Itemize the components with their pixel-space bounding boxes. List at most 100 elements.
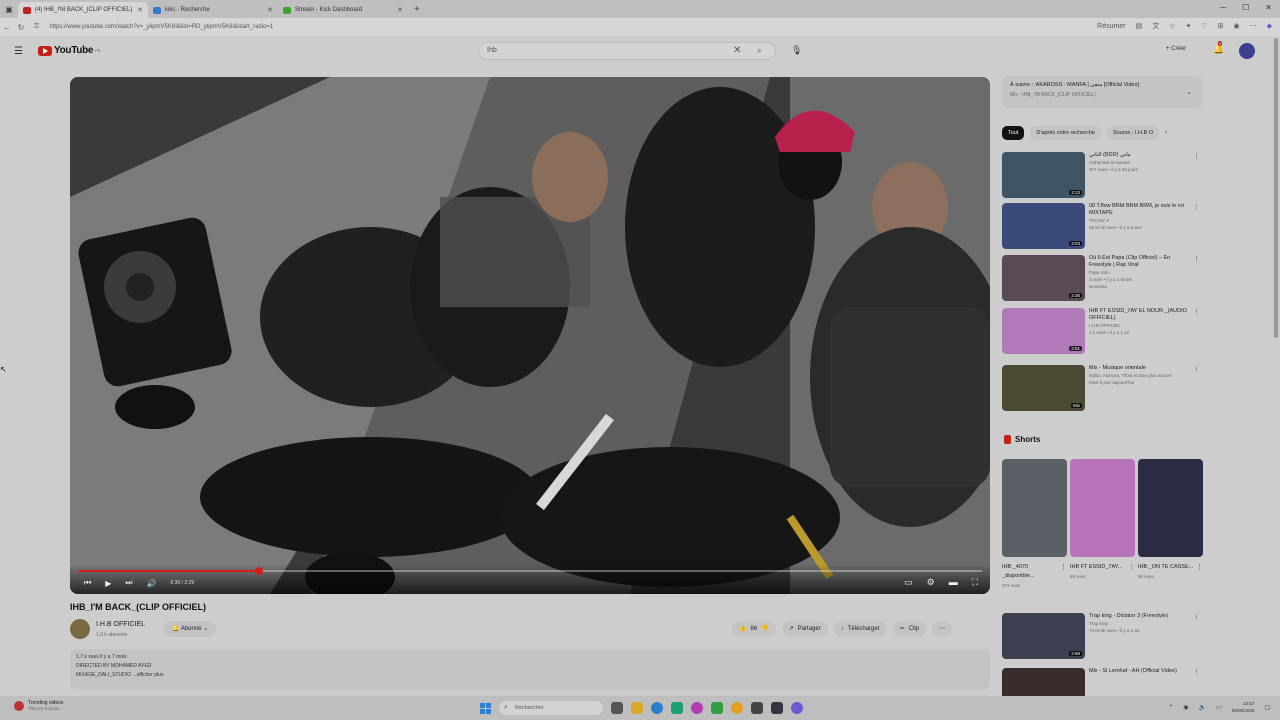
up-next-panel[interactable]: À suivre :: AKAROSS - MANFA | منفى [Offi… (1002, 76, 1202, 108)
obs-icon[interactable] (751, 702, 763, 714)
subtitles-icon[interactable]: ▭ (904, 577, 913, 588)
volume-icon[interactable]: 🔊 (147, 579, 157, 588)
more-options-icon[interactable]: ⋮ (1193, 203, 1200, 211)
settings-gear-icon[interactable]: ⚙ (927, 577, 935, 588)
mix-thumbnail[interactable]: Mix (1002, 365, 1085, 411)
recommendation-item[interactable]: 2:36 Où Il Est Papa (Clip Officiel) – En… (1002, 255, 1202, 301)
translate-icon[interactable]: 文 (1152, 21, 1159, 31)
video-thumbnail[interactable]: 3:13 (1002, 152, 1085, 198)
more-options-icon[interactable]: ⋮ (1193, 613, 1200, 621)
more-options-icon[interactable]: ⋮ (1193, 668, 1200, 676)
youtube-logo[interactable]: YouTube FR (38, 45, 101, 56)
recommendation-item[interactable]: 2:59 Trap king - Dictator 3 (Freestyle) T… (1002, 613, 1202, 659)
recommendation-item[interactable]: 3:03 08 T.flow BRM BRM BRM, je suis le r… (1002, 203, 1202, 249)
close-tab-icon[interactable]: ✕ (397, 6, 403, 14)
clip-button[interactable]: ✂ Clip (892, 621, 927, 637)
more-options-icon[interactable]: ⋮ (1193, 365, 1200, 373)
battery-icon[interactable]: ▭ (1216, 704, 1222, 711)
xbox-icon[interactable] (711, 702, 723, 714)
clear-search-icon[interactable]: ✕ (733, 45, 741, 56)
tab-actions-icon[interactable]: ▣ (0, 2, 18, 18)
description-box[interactable]: 1,7 k vues il y a 7 mois DIRECTED BY MOH… (70, 649, 990, 689)
close-tab-icon[interactable]: ✕ (137, 6, 143, 14)
taskbar-search[interactable]: Rechercher (499, 701, 603, 715)
account-avatar[interactable] (1239, 43, 1255, 59)
channel-name[interactable]: I.H.B OFFICIEL (96, 621, 145, 628)
notifications-bell-icon[interactable]: 🔔 4 (1213, 41, 1224, 55)
tab-kick[interactable]: Stream - Kick Dashboard ✕ (278, 2, 408, 18)
short-item[interactable]: IHB _4070 _disponible... 373 vues ⋮ (1002, 459, 1067, 588)
network-icon[interactable]: ◉ (1183, 704, 1188, 711)
more-options-icon[interactable]: ⋮ (1196, 563, 1203, 571)
tab-search[interactable]: kikc - Recherche ✕ (148, 2, 278, 18)
previous-icon[interactable]: ⏮ (84, 578, 91, 588)
subscribed-button[interactable]: 🔔 Abonné ⌄ (164, 621, 217, 637)
short-item[interactable]: IHB _ON TE CASSE... 59 vues ⋮ (1138, 459, 1203, 579)
more-options-icon[interactable]: ⋮ (1193, 255, 1200, 263)
recommendation-item[interactable]: 2:51 IHB FT ESSID_7AY EL NOUR _(AUDIO OF… (1002, 308, 1202, 354)
chrome-icon[interactable] (731, 702, 743, 714)
progress-knob[interactable] (254, 567, 263, 575)
file-explorer-icon[interactable] (631, 702, 643, 714)
favorite-star-icon[interactable]: ☆ (1169, 22, 1175, 30)
fullscreen-icon[interactable]: ⛶ (972, 577, 978, 588)
chip-all[interactable]: Tout (1002, 126, 1025, 140)
short-thumbnail[interactable] (1002, 459, 1067, 557)
reader-icon[interactable]: ▤ (1136, 22, 1143, 30)
edge-browser-icon[interactable] (651, 702, 663, 714)
collections-icon[interactable]: ⊞ (1218, 22, 1224, 30)
store-icon[interactable] (671, 702, 683, 714)
video-player[interactable]: ⏮ ▶ ⏭ 🔊 0:30 / 2:29 ▭ ⚙ ▬ ⛶ (70, 77, 990, 594)
thumbs-down-icon[interactable]: 👎 (761, 621, 768, 637)
hamburger-menu-icon[interactable]: ☰ (14, 46, 23, 57)
url-field[interactable]: https://www.youtube.com/watch?v=_ylipmV5… (49, 24, 273, 30)
video-thumbnail[interactable]: 3:03 (1002, 203, 1085, 249)
create-button[interactable]: + Créer (1166, 46, 1186, 52)
recommendation-item[interactable]: Mix - Si Lemhaf - AH (Official Video) ⋮ (1002, 668, 1202, 696)
close-tab-icon[interactable]: ✕ (267, 6, 273, 14)
short-thumbnail[interactable] (1138, 459, 1203, 557)
recommendation-item[interactable]: Mix Mix - Musique orientale Kalbo, Akaros… (1002, 365, 1202, 411)
news-widget[interactable]: Trending videos Tête en Kozoon (14, 700, 63, 711)
search-box[interactable]: Ihb ✕ ⌕ (478, 42, 776, 60)
more-options-icon[interactable]: ⋮ (1193, 308, 1200, 316)
close-window-icon[interactable]: ✕ (1265, 3, 1272, 12)
like-button[interactable]: 👍 86 👎 (732, 621, 776, 637)
tab-youtube[interactable]: (4) IHB_I'M BACK_(CLIP OFFICIEL) ✕ (18, 2, 148, 18)
site-info-icon[interactable]: ⚿ (34, 23, 39, 31)
search-input[interactable]: Ihb (487, 47, 497, 54)
windows-start-icon[interactable] (480, 702, 491, 714)
minimize-icon[interactable]: ─ (1220, 3, 1226, 12)
progress-bar[interactable] (78, 567, 982, 575)
capcut-icon[interactable] (771, 702, 783, 714)
next-icon[interactable]: ⏭ (125, 578, 132, 588)
discord-icon[interactable] (791, 702, 803, 714)
extensions-icon[interactable]: ✦ (1185, 22, 1191, 30)
search-icon[interactable]: ⌕ (757, 46, 761, 56)
more-options-icon[interactable]: ⋮ (1193, 152, 1200, 160)
more-actions-button[interactable]: ⋯ (932, 621, 953, 637)
resume-button[interactable]: Résumer (1097, 23, 1125, 30)
app-icon[interactable] (691, 702, 703, 714)
chip-related[interactable]: D'après votre recherche (1030, 126, 1101, 140)
play-icon[interactable]: ▶ (105, 579, 111, 588)
profile-icon[interactable]: ◉ (1234, 22, 1240, 30)
chip-source[interactable]: Source : I.H.B O (1106, 126, 1159, 140)
back-icon[interactable]: ← (0, 23, 14, 32)
new-tab-button[interactable]: + (414, 2, 420, 18)
page-scrollbar[interactable] (1274, 38, 1278, 338)
video-thumbnail[interactable] (1002, 668, 1085, 696)
speaker-icon[interactable]: 🔊 (1199, 704, 1206, 711)
copilot-icon[interactable]: ◆ (1267, 22, 1272, 30)
short-item[interactable]: IHB FT ESSID_7AY... 89 vues ⋮ (1070, 459, 1135, 579)
share-button[interactable]: ↗ Partager (781, 621, 828, 637)
channel-avatar[interactable] (70, 619, 90, 639)
chevron-up-icon[interactable]: ⌃ (1168, 704, 1173, 711)
video-thumbnail[interactable]: 2:36 (1002, 255, 1085, 301)
task-view-icon[interactable] (611, 702, 623, 714)
short-thumbnail[interactable] (1070, 459, 1135, 557)
favorites-icon[interactable]: ♡ (1201, 22, 1207, 30)
maximize-icon[interactable]: ☐ (1242, 3, 1249, 12)
more-menu-icon[interactable]: ⋯ (1250, 22, 1257, 30)
more-options-icon[interactable]: ⋮ (1060, 563, 1067, 571)
